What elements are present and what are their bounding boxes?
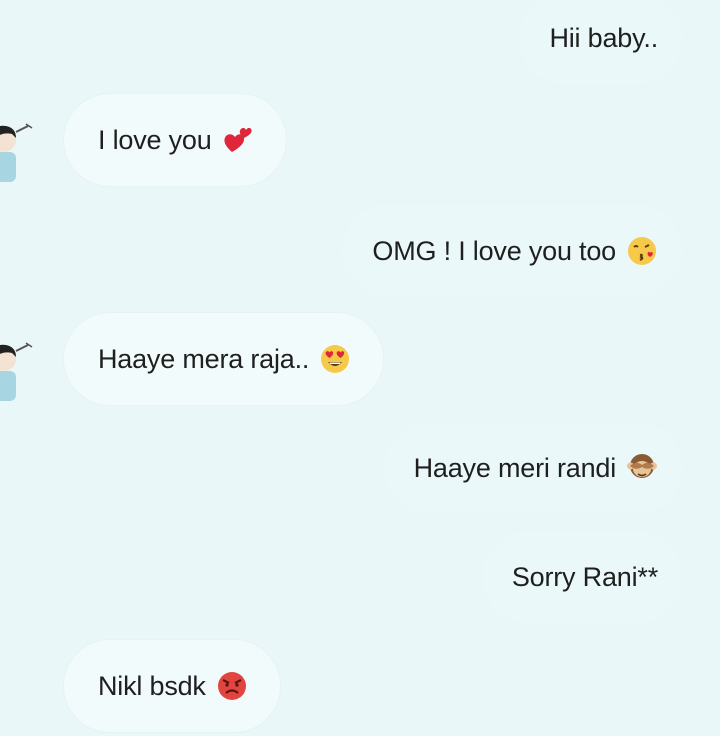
- angry-face-icon: [217, 672, 246, 700]
- message-text: Haaye mera raja..: [98, 343, 310, 374]
- chat-thread: Hii baby.. I love you OMG ! I love you t…: [0, 0, 720, 732]
- message-bubble-outgoing[interactable]: Haaye meri randi: [383, 422, 682, 514]
- heart-eyes-face-icon: [321, 345, 350, 373]
- avatar: [0, 342, 33, 401]
- message-row: Haaye meri randi: [0, 422, 720, 518]
- message-text: I love you: [98, 124, 212, 155]
- message-text: Sorry Rani**: [511, 561, 658, 592]
- message-row: Haaye mera raja..: [0, 313, 720, 409]
- message-row: Hii baby..: [0, 0, 720, 88]
- message-text: Nikl bsdk: [98, 670, 206, 701]
- message-text: Haaye meri randi: [413, 452, 617, 483]
- message-bubble-incoming[interactable]: Haaye mera raja..: [64, 313, 384, 405]
- message-text: OMG ! I love you too: [372, 235, 616, 266]
- message-bubble-outgoing[interactable]: Hii baby..: [519, 0, 682, 84]
- message-row: Nikl bsdk: [0, 640, 720, 736]
- message-text: Hii baby..: [549, 22, 658, 53]
- message-row: I love you: [0, 94, 720, 190]
- message-bubble-outgoing[interactable]: Sorry Rani**: [481, 531, 682, 623]
- message-bubble-incoming[interactable]: Nikl bsdk: [64, 640, 280, 732]
- two-hearts-icon: [224, 127, 252, 152]
- message-bubble-outgoing[interactable]: OMG ! I love you too: [342, 205, 682, 297]
- message-bubble-incoming[interactable]: I love you: [64, 94, 286, 186]
- message-row: Sorry Rani**: [0, 531, 720, 627]
- kissing-face-icon: [628, 237, 656, 265]
- avatar: [0, 123, 33, 182]
- see-no-evil-monkey-icon: [627, 454, 657, 478]
- message-row: OMG ! I love you too: [0, 205, 720, 301]
